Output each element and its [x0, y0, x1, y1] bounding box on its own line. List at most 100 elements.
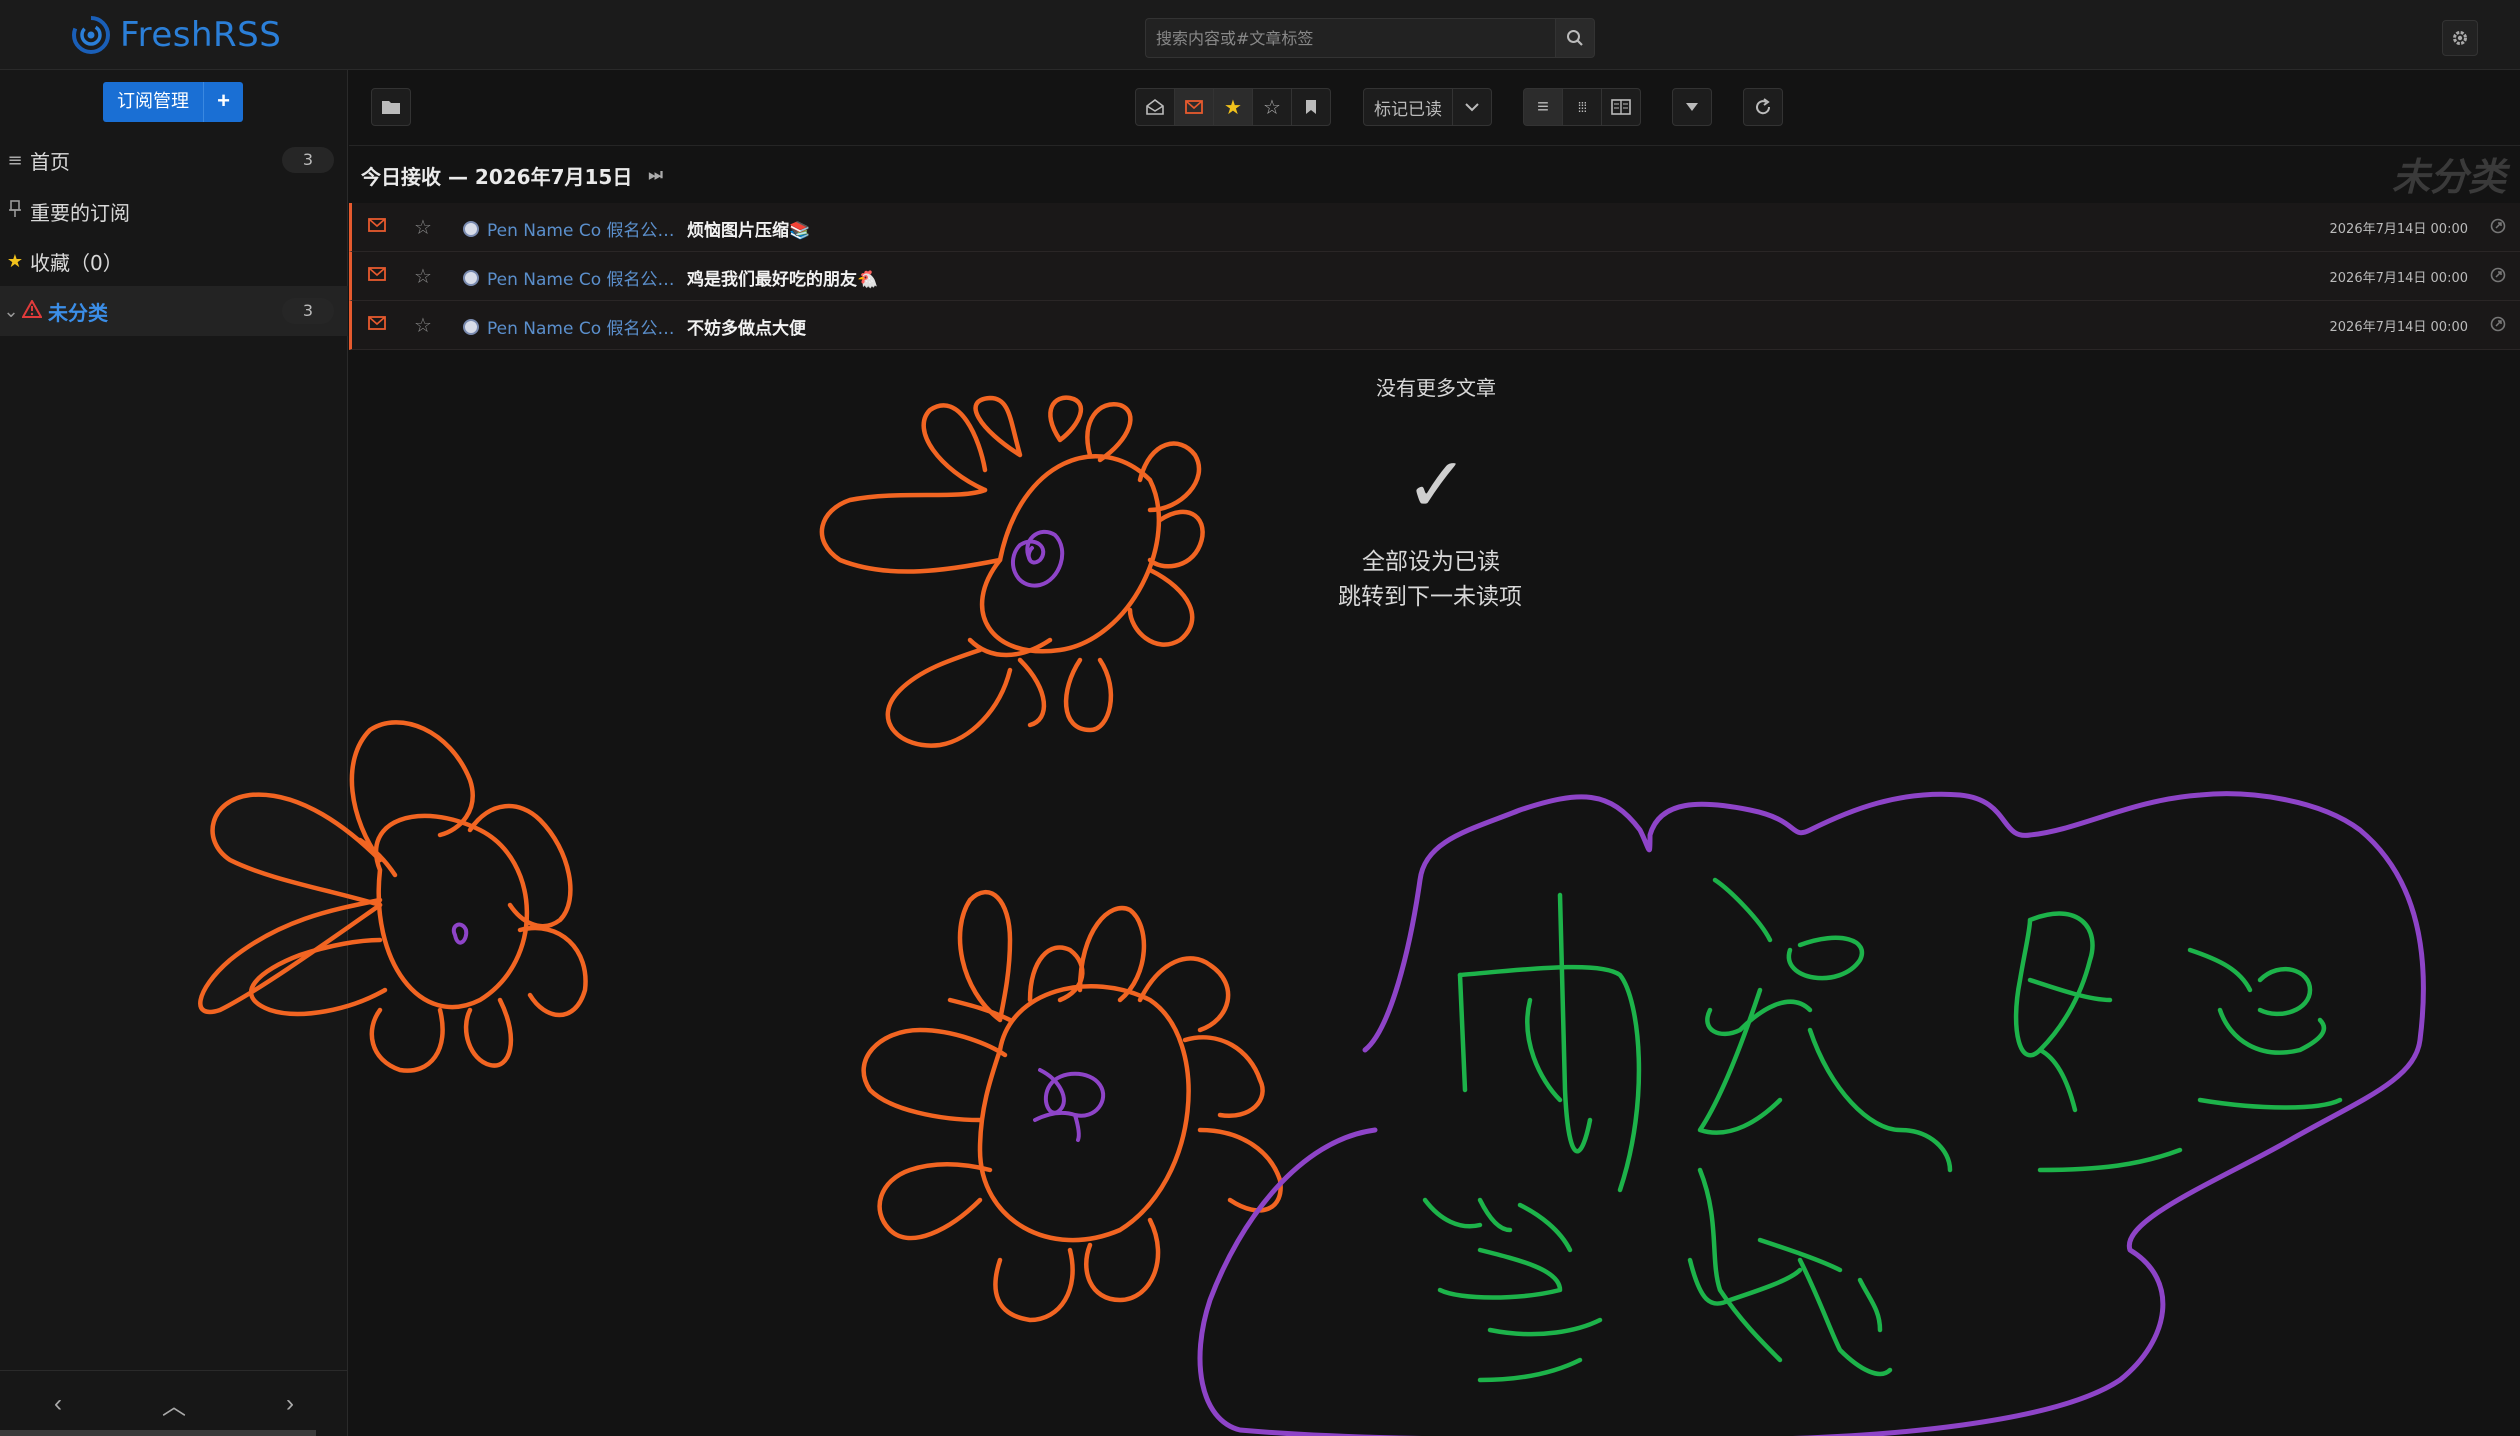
article-row[interactable]: ☆ Pen Name Co 假名公… 烦恼图片压缩📚 2026年7月14日 00… [349, 203, 2520, 252]
checkmark-icon: ✓ [1405, 443, 1469, 528]
folder-icon [382, 101, 400, 114]
flower-doodle [861, 890, 1283, 1323]
sidebar-item-label: 重要的订阅 [30, 200, 130, 225]
chevron-down-icon [1465, 103, 1479, 112]
unread-toggle[interactable] [368, 315, 386, 334]
star-outline-icon: ☆ [414, 313, 432, 337]
star-outline-icon: ☆ [414, 264, 432, 288]
search-bar [1145, 18, 1595, 58]
sidebar-item-label: 未分类 [48, 300, 108, 325]
mark-all-read-link[interactable]: 全部设为已读 [1362, 542, 1500, 576]
list-icon: ≡ [7, 149, 23, 171]
feed-favicon [463, 220, 479, 237]
search-input[interactable] [1145, 18, 1555, 58]
gear-icon [2453, 31, 2467, 45]
feed-name[interactable]: Pen Name Co 假名公… [463, 265, 675, 290]
flower-center-doodle [1033, 1068, 1106, 1142]
search-button[interactable] [1555, 18, 1595, 58]
star-outline-icon: ☆ [414, 215, 432, 239]
article-row[interactable]: ☆ Pen Name Co 假名公… 不妨多做点大便 2026年7月14日 00… [349, 301, 2520, 350]
toggle-aside-button[interactable] [371, 88, 411, 126]
grid-icon: ⁞⁞⁞ [1577, 99, 1588, 115]
flower-doodle [819, 395, 1205, 748]
feed-favicon [463, 318, 479, 335]
article-row[interactable]: ☆ Pen Name Co 假名公… 鸡是我们最好吃的朋友🐔 2026年7月14… [349, 252, 2520, 301]
caret-down-icon [1686, 103, 1698, 111]
warning-icon [21, 298, 43, 323]
jump-next-unread-link[interactable]: 跳转到下一未读项 [1338, 577, 1522, 611]
open-link-button[interactable] [2490, 267, 2506, 287]
horizontal-scrollbar[interactable] [0, 1430, 316, 1436]
article-title[interactable]: 不妨多做点大便 [687, 314, 806, 339]
view-grid-button[interactable]: ⁞⁞⁞ [1562, 88, 1602, 126]
sidebar-item-important[interactable]: 重要的订阅 [0, 186, 348, 236]
external-link-icon [2490, 316, 2506, 332]
reader-icon [1611, 99, 1631, 115]
previous-button[interactable]: ‹ [0, 1371, 116, 1436]
day-header-text: 今日接收 — 2026年7月15日 [361, 164, 633, 189]
sidebar-item-label: 收藏（0） [30, 250, 123, 275]
feed-label: Pen Name Co 假名公… [487, 319, 675, 339]
subscription-management-button[interactable]: 订阅管理 + [103, 82, 243, 122]
flower-center-doodle [1010, 529, 1065, 588]
freshrss-logo[interactable]: FreshRSS [70, 14, 281, 56]
up-button[interactable]: ︿ [116, 1371, 232, 1436]
star-toggle[interactable]: ☆ [414, 264, 432, 288]
speech-bubble-doodle [1197, 791, 2426, 1436]
handwriting-doodle [1422, 877, 2343, 1383]
filter-unread-button[interactable] [1174, 88, 1214, 126]
sidebar-item-uncategorized[interactable]: ⌄ 未分类 3 [0, 286, 348, 336]
unread-toggle[interactable] [368, 217, 386, 236]
envelope-icon [368, 316, 386, 330]
envelope-icon [368, 218, 386, 232]
settings-button[interactable] [2442, 20, 2478, 56]
category-watermark: 未分类 [2391, 155, 2506, 199]
sidebar-item-favorites[interactable]: ★ 收藏（0） [0, 236, 348, 286]
chevron-down-icon: ⌄ [3, 300, 19, 322]
mark-read-button[interactable]: 标记已读 [1363, 88, 1453, 126]
unread-count: 3 [282, 147, 334, 173]
sidebar-item-home[interactable]: ≡ 首页 3 [0, 135, 348, 185]
filter-labels-button[interactable] [1291, 88, 1331, 126]
filter-unstarred-button[interactable]: ☆ [1252, 88, 1292, 126]
article-title[interactable]: 鸡是我们最好吃的朋友🐔 [687, 265, 878, 290]
toolbar: ★ ☆ 标记已读 ≡ ⁞⁞⁞ [349, 70, 2520, 146]
feed-name[interactable]: Pen Name Co 假名公… [463, 314, 675, 339]
next-button[interactable]: › [232, 1371, 348, 1436]
unread-count: 3 [282, 298, 334, 324]
star-toggle[interactable]: ☆ [414, 215, 432, 239]
refresh-button[interactable] [1743, 88, 1783, 126]
pin-icon [0, 199, 30, 223]
mark-read-dropdown[interactable] [1452, 88, 1492, 126]
day-header: 今日接收 — 2026年7月15日 ⏭ [349, 147, 2520, 203]
sidebar-item-label: 首页 [30, 149, 70, 174]
star-icon: ★ [6, 250, 24, 272]
skip-forward-button[interactable]: ⏭ [648, 165, 662, 185]
bookmark-icon [1306, 100, 1316, 114]
chevron-left-icon: ‹ [54, 1389, 62, 1417]
external-link-icon [2490, 218, 2506, 234]
open-link-button[interactable] [2490, 218, 2506, 238]
filter-read-button[interactable] [1135, 88, 1175, 126]
star-filled-icon: ★ [1224, 96, 1242, 119]
view-reader-button[interactable] [1601, 88, 1641, 126]
header: FreshRSS [0, 0, 2520, 70]
article-date: 2026年7月14日 00:00 [2329, 320, 2469, 335]
add-subscription-button[interactable]: + [203, 82, 243, 122]
article-date: 2026年7月14日 00:00 [2329, 222, 2469, 237]
envelope-icon [1185, 100, 1203, 114]
star-toggle[interactable]: ☆ [414, 313, 432, 337]
open-link-button[interactable] [2490, 316, 2506, 336]
sidebar: 订阅管理 + ≡ 首页 3 重要的订阅 ★ 收藏（0） ⌄ 未分类 3 ‹ ︿ … [0, 70, 348, 1436]
filter-starred-button[interactable]: ★ [1213, 88, 1253, 126]
article-title[interactable]: 烦恼图片压缩📚 [687, 216, 810, 241]
star-outline-icon: ☆ [1263, 96, 1281, 119]
subscription-management-label: 订阅管理 [103, 82, 203, 122]
feed-name[interactable]: Pen Name Co 假名公… [463, 216, 675, 241]
feed-label: Pen Name Co 假名公… [487, 270, 675, 290]
unread-toggle[interactable] [368, 266, 386, 285]
external-link-icon [2490, 267, 2506, 283]
view-normal-button[interactable]: ≡ [1523, 88, 1563, 126]
sort-order-button[interactable] [1672, 88, 1712, 126]
chevron-right-icon: › [286, 1389, 294, 1417]
